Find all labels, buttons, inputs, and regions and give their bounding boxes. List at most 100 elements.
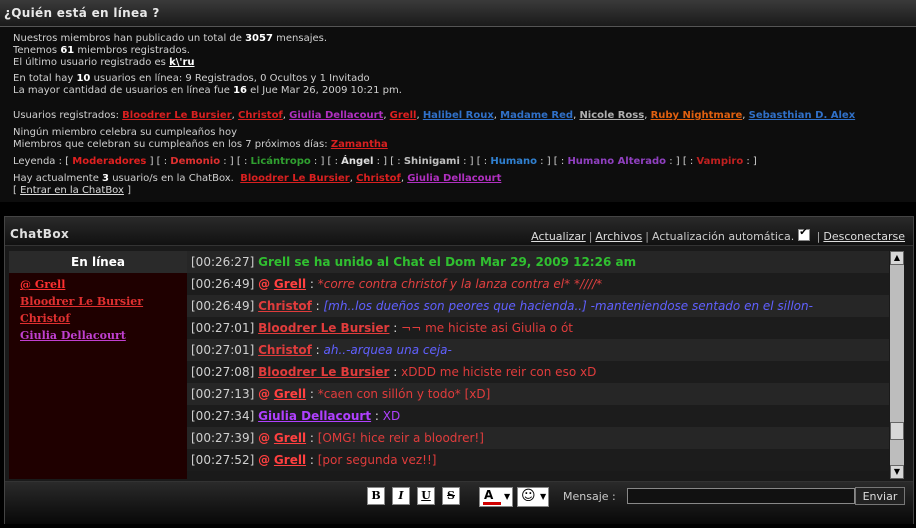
message-timestamp: [00:27:52] (191, 453, 255, 467)
smiley-icon: ☺ (521, 488, 536, 504)
registered-user-link[interactable]: Nicole Ross (579, 110, 644, 121)
legend-shinigami: Shinigami (403, 156, 460, 167)
birthday-next-pre: Miembros que celebran su cumpleaños en l… (13, 139, 328, 150)
message-separator: : (306, 277, 318, 291)
join-notice: Grell se ha unido al Chat el Dom Mar 29,… (258, 255, 637, 269)
legend-vampiro: Vampiro (696, 156, 744, 167)
legend-moderadores: Moderadores (72, 156, 147, 167)
birthday-user-link[interactable]: Zamantha (331, 139, 388, 150)
chat-message: [00:26:49] Christof : [mh..los dueños so… (187, 295, 889, 317)
online-user-link[interactable]: Bloodrer Le Bursier (20, 293, 187, 310)
message-separator: : (311, 299, 324, 313)
registered-user-link[interactable]: Grell (390, 110, 417, 121)
legend-humano-alterado: Humano Alterado (567, 156, 667, 167)
message-author-link[interactable]: Giulia Dellacourt (258, 409, 371, 423)
record-line: La mayor cantidad de usuarios en línea f… (13, 85, 402, 96)
chat-message: [00:26:27] Grell se ha unido al Chat el … (187, 251, 889, 273)
members-count: 61 (60, 45, 75, 56)
registered-users-list: Bloodrer Le Bursier, Christof, Giulia De… (122, 110, 856, 121)
italic-button[interactable]: I (392, 487, 410, 505)
message-author-link[interactable]: Grell (274, 387, 306, 401)
registered-user-link[interactable]: Halibel Roux (423, 110, 494, 121)
message-separator: : (371, 409, 383, 423)
send-button[interactable]: Enviar (855, 487, 905, 505)
message-author-link[interactable]: Christof (258, 299, 312, 313)
record-count: 16 (233, 85, 247, 96)
scroll-down-arrow-icon[interactable]: ▼ (890, 465, 904, 479)
message-timestamp: [00:26:27] (191, 255, 255, 269)
message-input[interactable] (627, 488, 855, 504)
message-text: ah..-arquea una ceja- (323, 343, 452, 357)
message-separator: : (306, 387, 318, 401)
online-users-header: En línea (9, 251, 187, 273)
chatbox-user-link[interactable]: Christof (356, 173, 401, 184)
registered-user-link[interactable]: Giulia Dellacourt (289, 110, 383, 121)
last-user-pre: El último usuario registrado es (13, 57, 166, 68)
auto-refresh-checkbox[interactable] (798, 227, 811, 241)
underline-button[interactable]: U (417, 487, 435, 505)
online-post: usuarios en línea: 9 Registrados, 0 Ocul… (93, 73, 370, 84)
message-author-link[interactable]: Bloodrer Le Bursier (258, 365, 389, 379)
members-pre: Tenemos (13, 45, 58, 56)
whos-online-panel: Nuestros miembros han publicado un total… (0, 27, 916, 202)
registered-users-line: Usuarios registrados: Bloodrer Le Bursie… (13, 110, 855, 121)
message-timestamp: [00:27:08] (191, 365, 255, 379)
message-text: ¬¬ me hiciste asi Giulia o ót (401, 321, 574, 335)
page-title: ¿Quién está en línea ? (4, 6, 160, 20)
message-author-link[interactable]: Grell (274, 277, 306, 291)
enter-chatbox-link[interactable]: Entrar en la ChatBox (20, 185, 124, 196)
registered-user-link[interactable]: Sebasthian D. Alex (749, 110, 856, 121)
message-author-link[interactable]: Grell (274, 431, 306, 445)
online-pre: En total hay (13, 73, 74, 84)
chatbox-user-link[interactable]: Bloodrer Le Bursier (240, 173, 349, 184)
record-pre: La mayor cantidad de usuarios en línea f… (13, 85, 230, 96)
legend-line: Leyenda : [ Moderadores ] [ : Demonio : … (13, 156, 757, 167)
online-user-link[interactable]: @ Grell (20, 276, 187, 293)
refresh-link[interactable]: Actualizar (531, 230, 586, 243)
disconnect-link[interactable]: Desconectarse (823, 230, 905, 243)
whos-online-header: ¿Quién está en línea ? (0, 0, 916, 27)
scrollbar-thumb[interactable] (890, 422, 904, 440)
chat-message: [00:27:01] Christof : ah..-arquea una ce… (187, 339, 889, 361)
last-user-link[interactable]: k\'ru (169, 57, 194, 68)
chatbox-header: ChatBox Actualizar | Archivos | Actualizació… (5, 217, 913, 246)
record-post: el Jue Mar 26, 2009 10:21 pm. (250, 85, 402, 96)
chatbox-user-link[interactable]: Giulia Dellacourt (407, 173, 501, 184)
members-line: Tenemos 61 miembros registrados. (13, 45, 190, 56)
online-user-link[interactable]: Christof (20, 310, 187, 327)
message-timestamp: [00:27:34] (191, 409, 255, 423)
members-post: miembros registrados. (77, 45, 190, 56)
message-text: xDDD me hiciste reir con eso xD (401, 365, 597, 379)
chatbox-pre: Hay actualmente (13, 173, 99, 184)
registered-user-link[interactable]: Madame Red (500, 110, 573, 121)
chatbox: ChatBox Actualizar | Archivos | Actualizació… (4, 216, 914, 524)
text-color-button[interactable]: A ▼ (479, 487, 513, 507)
scroll-up-arrow-icon[interactable]: ▲ (890, 251, 904, 265)
message-list: [00:26:27] Grell se ha unido al Chat el … (187, 251, 889, 479)
chatbox-post: usuario/s en la ChatBox. (112, 173, 234, 184)
moderator-marker: @ (258, 453, 271, 467)
message-text: [mh..los dueños son peores que hacienda.… (323, 299, 813, 313)
message-timestamp: [00:27:39] (191, 431, 255, 445)
strikethrough-button[interactable]: S (442, 487, 460, 505)
birthday-today-line: Ningún miembro celebra su cumpleaños hoy (13, 127, 238, 138)
posts-count: 3057 (245, 33, 273, 44)
moderator-marker: @ (258, 431, 271, 445)
online-users-panel: En línea @ Grell Bloodrer Le Bursier Chris… (9, 251, 187, 479)
message-author-link[interactable]: Bloodrer Le Bursier (258, 321, 389, 335)
legend-humano: Humano (490, 156, 537, 167)
registered-user-link[interactable]: Ruby Nightmare (651, 110, 743, 121)
message-scrollbar[interactable]: ▲ ▼ (890, 251, 904, 479)
emoticon-button[interactable]: ☺ ▼ (517, 487, 549, 507)
archives-link[interactable]: Archivos (595, 230, 642, 243)
bold-button[interactable]: B (367, 487, 385, 505)
message-separator: : (389, 321, 402, 335)
registered-user-link[interactable]: Bloodrer Le Bursier (122, 110, 231, 121)
chatbox-controls: Actualizar | Archivos | Actualización automá… (531, 227, 905, 243)
message-author-link[interactable]: Grell (274, 453, 306, 467)
message-timestamp: [00:26:49] (191, 299, 255, 313)
message-author-link[interactable]: Christof (258, 343, 312, 357)
online-user-link[interactable]: Giulia Dellacourt (20, 327, 187, 344)
legend-demonio: Demonio (170, 156, 221, 167)
registered-user-link[interactable]: Christof (238, 110, 283, 121)
